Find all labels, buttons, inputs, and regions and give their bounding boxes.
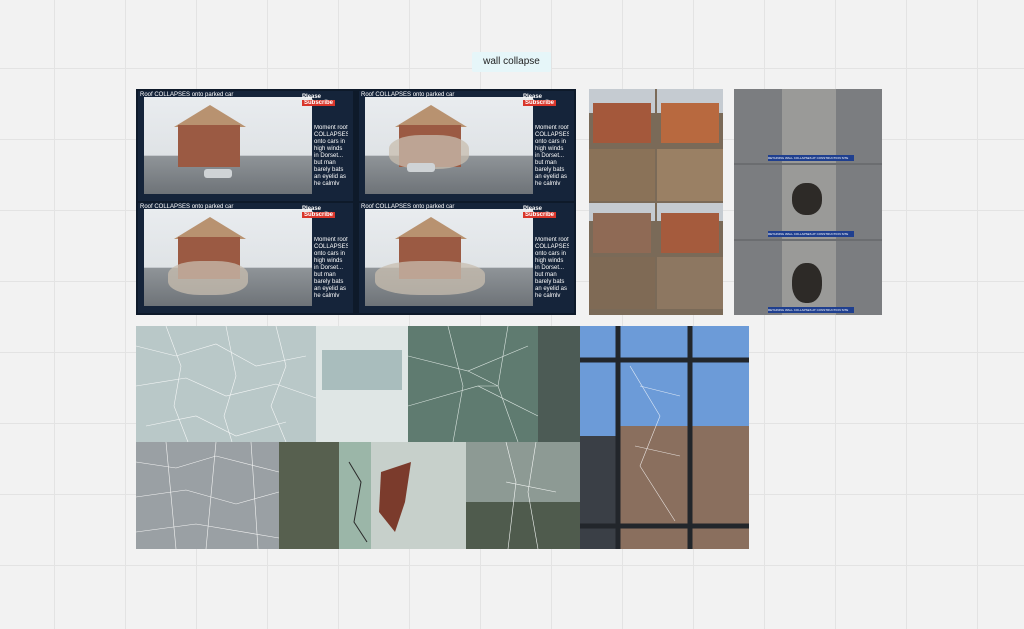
crack-pattern [466, 442, 580, 549]
photo-cell [657, 89, 723, 201]
glass-photo [408, 326, 580, 442]
glass-photo [371, 442, 466, 549]
window-frame [580, 326, 749, 549]
news-ticker: RETAINING WALL COLLAPSES AT CONSTRUCTION… [768, 231, 854, 237]
video-caption: Roof COLLAPSES onto parked car [140, 92, 234, 98]
frame-image [144, 209, 312, 306]
glass-photo [466, 442, 580, 549]
subscribe-badge: Please Subscribe [523, 94, 557, 106]
frame-image [365, 209, 533, 306]
crack-pattern [136, 442, 279, 549]
photo-cell [589, 89, 655, 201]
crack-pattern [339, 442, 371, 549]
news-ticker: RETAINING WALL COLLAPSES AT CONSTRUCTION… [768, 155, 854, 161]
video-frame: Roof COLLAPSES onto parked car Please Su… [359, 91, 574, 201]
glass-photo [136, 442, 279, 549]
roof-collapse-video-collage[interactable]: Roof COLLAPSES onto parked car Please Su… [136, 89, 576, 315]
frame-image [365, 97, 533, 194]
photo-cell [657, 203, 723, 315]
crack-pattern [408, 326, 580, 442]
house-wall-collapse-collage[interactable] [589, 89, 723, 315]
frame-image [144, 97, 312, 194]
video-frame: Roof COLLAPSES onto parked car Please Su… [138, 91, 353, 201]
photo-cell [589, 203, 655, 315]
glass-photo [580, 326, 749, 549]
sticky-note[interactable]: wall collapse [472, 52, 551, 72]
news-frame: RETAINING WALL COLLAPSES AT CONSTRUCTION… [734, 165, 882, 239]
video-caption: Roof COLLAPSES onto parked car [361, 204, 455, 210]
video-side-text: Moment roof COLLAPSES onto cars in high … [314, 237, 348, 297]
crack-pattern [379, 462, 411, 532]
sticky-note-text: wall collapse [483, 56, 540, 67]
subscribe-badge: Please Subscribe [302, 206, 336, 218]
news-ticker: RETAINING WALL COLLAPSES AT CONSTRUCTION… [768, 307, 854, 313]
video-frame: Roof COLLAPSES onto parked car Please Su… [138, 203, 353, 313]
video-caption: Roof COLLAPSES onto parked car [140, 204, 234, 210]
glass-photo [136, 326, 408, 442]
shattered-glass-collage[interactable] [136, 326, 749, 549]
glass-photo [279, 442, 371, 549]
video-side-text: Moment roof COLLAPSES onto cars in high … [535, 125, 569, 185]
news-frame: RETAINING WALL COLLAPSES AT CONSTRUCTION… [734, 89, 882, 163]
crack-pattern [136, 326, 408, 442]
video-caption: Roof COLLAPSES onto parked car [361, 92, 455, 98]
video-frame: Roof COLLAPSES onto parked car Please Su… [359, 203, 574, 313]
retaining-wall-news-collage[interactable]: RETAINING WALL COLLAPSES AT CONSTRUCTION… [734, 89, 882, 315]
news-frame: RETAINING WALL COLLAPSES AT CONSTRUCTION… [734, 241, 882, 315]
subscribe-badge: Please Subscribe [523, 206, 557, 218]
video-side-text: Moment roof COLLAPSES onto cars in high … [535, 237, 569, 297]
subscribe-badge: Please Subscribe [302, 94, 336, 106]
video-side-text: Moment roof COLLAPSES onto cars in high … [314, 125, 348, 185]
